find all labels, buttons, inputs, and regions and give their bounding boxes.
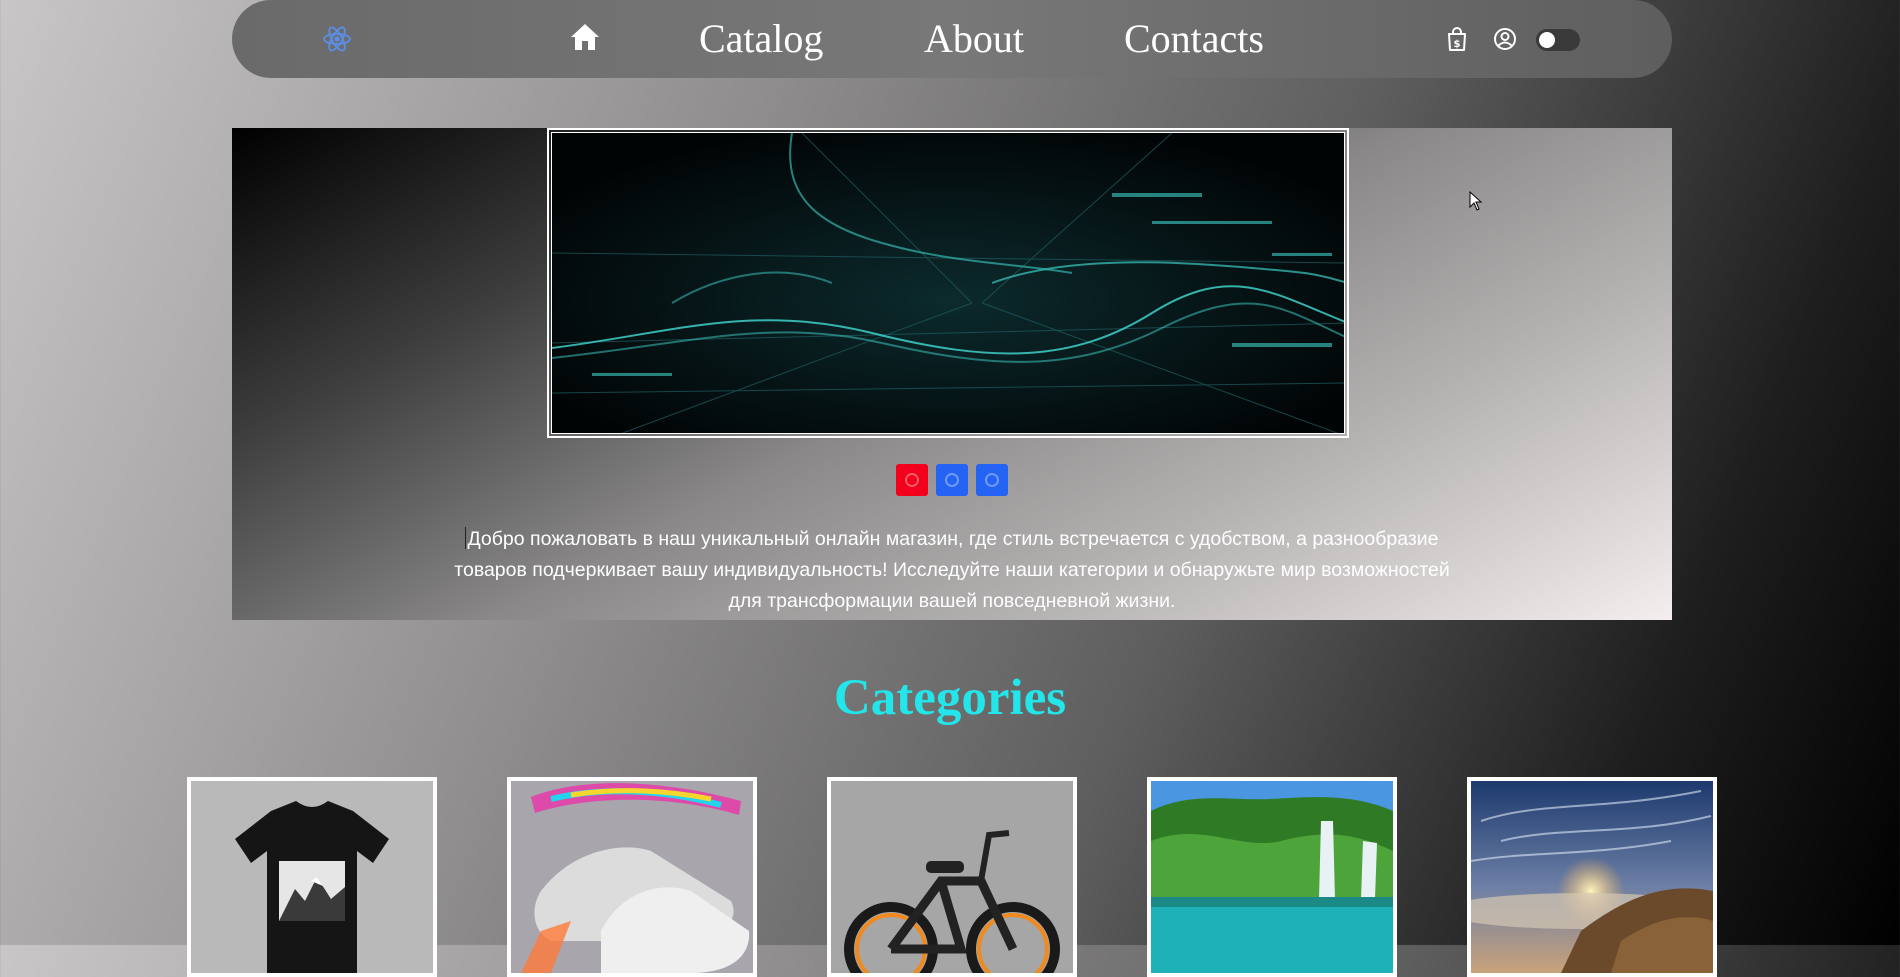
- nav-link-catalog[interactable]: Catalog: [699, 12, 823, 66]
- toggle-knob: [1539, 32, 1555, 48]
- category-card-tshirt[interactable]: [187, 777, 437, 977]
- categories-title: Categories: [833, 670, 1067, 726]
- tshirt-image: [191, 781, 433, 973]
- category-card-nature-lake[interactable]: [1147, 777, 1397, 977]
- bicycle-image: [831, 781, 1073, 973]
- react-atom-logo-icon[interactable]: [322, 24, 352, 54]
- shopping-bag-icon[interactable]: $: [1444, 26, 1470, 52]
- hero-section: Добро пожаловать в наш уникальный онлайн…: [232, 128, 1672, 620]
- hero-slide-image: [551, 132, 1345, 434]
- sneakers-image: [511, 781, 753, 973]
- lake-waterfall-image: [1151, 781, 1393, 973]
- category-card-bicycle[interactable]: [827, 777, 1077, 977]
- category-card-sunset-clouds[interactable]: [1467, 777, 1717, 977]
- theme-toggle-switch[interactable]: [1536, 29, 1580, 51]
- nav-link-about[interactable]: About: [924, 12, 1024, 66]
- home-icon[interactable]: [569, 22, 601, 52]
- carousel-dot-1[interactable]: [896, 464, 928, 496]
- welcome-text-block: Добро пожаловать в наш уникальный онлайн…: [452, 524, 1452, 617]
- user-circle-icon[interactable]: [1492, 26, 1518, 52]
- teal-wave-artwork: [552, 133, 1344, 433]
- mouse-pointer-icon: [1469, 191, 1483, 211]
- welcome-text: Добро пожаловать в наш уникальный онлайн…: [454, 528, 1450, 612]
- sunset-mountain-image: [1471, 781, 1713, 973]
- carousel-dot-3[interactable]: [976, 464, 1008, 496]
- svg-text:$: $: [1454, 39, 1461, 50]
- nav-link-contacts[interactable]: Contacts: [1124, 12, 1264, 66]
- hero-carousel[interactable]: [547, 128, 1349, 438]
- carousel-dot-2[interactable]: [936, 464, 968, 496]
- category-card-sneakers[interactable]: [507, 777, 757, 977]
